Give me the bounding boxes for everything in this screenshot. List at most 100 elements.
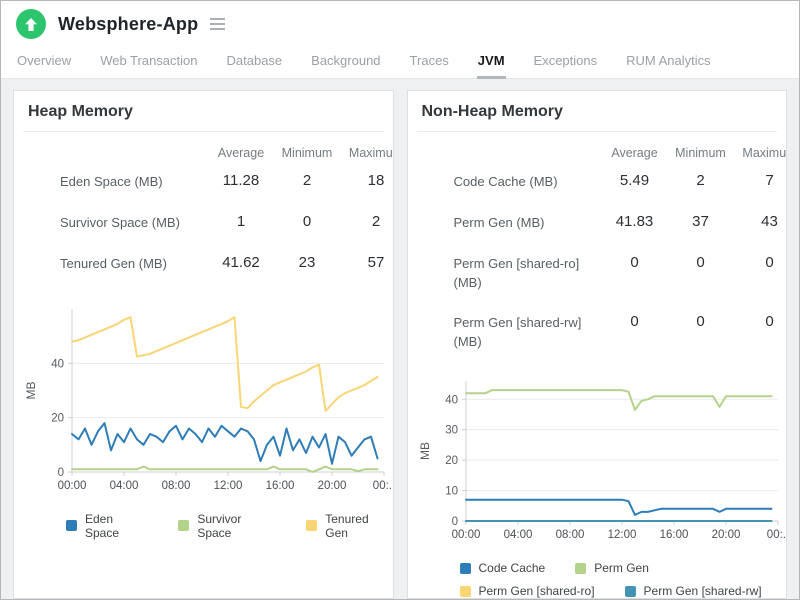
app-header: Websphere-App — [1, 1, 799, 47]
legend-swatch — [459, 585, 471, 597]
row-value-average: 0 — [630, 253, 639, 271]
row-value-maximum: 18 — [367, 172, 385, 189]
app-title: Websphere-App — [58, 13, 199, 34]
content-area: Heap Memory Average Minimum Maximum Eden… — [1, 79, 799, 599]
column-header-average: Average — [611, 146, 658, 160]
table-row: Eden Space (MB) 11.28 2 18 — [14, 162, 393, 203]
row-value-minimum: 0 — [696, 313, 705, 331]
table-row: Survivor Space (MB) 1 0 2 — [14, 203, 393, 244]
legend-item-perm-gen-shared-ro[interactable]: Perm Gen [shared-ro] — [459, 584, 595, 598]
svg-text:00:..: 00:.. — [373, 480, 392, 492]
row-label: Tenured Gen (MB) — [60, 255, 167, 271]
legend-label: Tenured Gen — [325, 511, 369, 540]
row-label: Survivor Space (MB) — [60, 214, 180, 230]
row-value-average: 1 — [236, 212, 246, 230]
tab-exceptions[interactable]: Exceptions — [533, 47, 599, 79]
legend-label: Code Cache — [478, 561, 546, 576]
svg-text:MB: MB — [418, 442, 432, 460]
column-header-average: Average — [217, 146, 265, 160]
tab-bar: Overview Web Transaction Database Backgr… — [1, 47, 799, 79]
hamburger-menu-icon[interactable] — [208, 14, 227, 34]
tab-rum-analytics[interactable]: RUM Analytics — [625, 47, 712, 79]
row-value-average: 41.83 — [615, 212, 654, 230]
legend-swatch — [624, 585, 636, 597]
svg-text:20: 20 — [51, 412, 64, 424]
svg-text:MB: MB — [24, 381, 38, 399]
svg-text:04:00: 04:00 — [503, 529, 532, 541]
column-header-minimum: Minimum — [281, 146, 333, 160]
row-value-minimum: 37 — [692, 212, 709, 230]
table-row: Perm Gen [shared-rw] (MB) 0 0 0 — [408, 303, 787, 363]
row-value-minimum: 0 — [696, 253, 705, 271]
svg-text:30: 30 — [445, 425, 458, 437]
svg-text:40: 40 — [445, 394, 458, 406]
legend-swatch — [306, 520, 318, 532]
row-label: Eden Space (MB) — [60, 174, 163, 189]
non-heap-memory-chart: 0 10 20 30 40 00:00 04:00 08:00 12:00 16:00 20:00 0… — [416, 371, 787, 551]
divider — [23, 131, 384, 132]
tab-jvm[interactable]: JVM — [476, 47, 506, 79]
svg-text:00:00: 00:00 — [451, 529, 480, 541]
legend-label: Eden Space — [85, 511, 120, 540]
heap-memory-chart: 0 20 40 00:00 04:00 08:00 12:00 16:00 20:00 00:..… — [22, 299, 393, 502]
legend-item-code-cache[interactable]: Code Cache — [459, 561, 546, 576]
svg-text:00:00: 00:00 — [58, 480, 87, 492]
column-header-maximum: Maximum — [742, 146, 787, 160]
non-heap-stats-table: Average Minimum Maximum Code Cache (MB) … — [408, 142, 787, 363]
tab-traces[interactable]: Traces — [409, 47, 450, 79]
legend-label: Survivor Space — [197, 511, 242, 540]
svg-text:40: 40 — [51, 358, 64, 370]
legend-item-eden-space[interactable]: Eden Space — [66, 512, 148, 540]
row-value-average: 41.62 — [222, 253, 260, 271]
svg-text:08:00: 08:00 — [162, 480, 191, 492]
row-label: Perm Gen [shared-ro] (MB) — [453, 255, 580, 290]
row-value-maximum: 0 — [765, 313, 774, 331]
row-value-maximum: 2 — [371, 212, 381, 230]
status-up-icon — [16, 9, 46, 39]
row-value-minimum: 0 — [302, 212, 312, 230]
svg-text:12:00: 12:00 — [607, 529, 636, 541]
svg-text:16:00: 16:00 — [659, 529, 688, 541]
row-value-minimum: 2 — [696, 172, 705, 189]
legend-item-perm-gen[interactable]: Perm Gen — [575, 561, 649, 575]
legend-swatch — [178, 520, 190, 532]
svg-text:20: 20 — [445, 455, 458, 467]
panel-title: Heap Memory — [28, 103, 133, 120]
row-value-minimum: 23 — [298, 253, 316, 271]
up-arrow-icon — [25, 17, 37, 31]
legend-swatch — [459, 562, 471, 574]
row-label: Perm Gen (MB) — [453, 214, 545, 230]
row-value-maximum: 43 — [761, 212, 778, 230]
tab-background[interactable]: Background — [310, 47, 381, 79]
legend-item-survivor-space[interactable]: Survivor Space — [178, 512, 276, 540]
row-value-maximum: 7 — [765, 172, 774, 189]
row-value-average: 0 — [630, 313, 639, 331]
svg-text:00:..: 00:.. — [766, 529, 785, 541]
table-header-row: Average Minimum Maximum — [14, 142, 393, 162]
svg-text:0: 0 — [451, 516, 457, 528]
table-row: Perm Gen [shared-ro] (MB) 0 0 0 — [408, 244, 787, 304]
non-heap-memory-chart-svg: 0 10 20 30 40 00:00 04:00 08:00 12:00 16:00 20:00 0… — [418, 381, 786, 541]
row-value-maximum: 0 — [765, 253, 774, 271]
row-value-average: 5.49 — [619, 172, 650, 189]
svg-text:12:00: 12:00 — [214, 480, 243, 492]
tab-database[interactable]: Database — [226, 47, 284, 79]
table-row: Code Cache (MB) 5.49 2 7 — [408, 162, 787, 203]
non-heap-chart-legend: Code Cache Perm Gen Perm Gen [shared-ro] — [459, 561, 787, 598]
app-window: Websphere-App Overview Web Transaction D… — [0, 0, 800, 600]
heap-chart-legend: Eden Space Survivor Space Tenured Gen — [66, 512, 393, 540]
row-value-minimum: 2 — [302, 172, 312, 189]
row-value-maximum: 57 — [367, 253, 385, 271]
table-header-row: Average Minimum Maximum — [408, 142, 787, 162]
legend-swatch — [575, 562, 587, 574]
svg-text:16:00: 16:00 — [266, 480, 295, 492]
panel-title: Non-Heap Memory — [421, 103, 563, 120]
legend-item-perm-gen-shared-rw[interactable]: Perm Gen [shared-rw] — [624, 584, 762, 598]
tab-overview[interactable]: Overview — [16, 47, 72, 79]
svg-text:20:00: 20:00 — [711, 529, 740, 541]
divider — [416, 131, 777, 132]
legend-item-tenured-gen[interactable]: Tenured Gen — [306, 512, 392, 540]
row-value-average: 11.28 — [222, 172, 260, 189]
tab-web-transaction[interactable]: Web Transaction — [99, 47, 198, 79]
legend-swatch — [66, 520, 77, 532]
